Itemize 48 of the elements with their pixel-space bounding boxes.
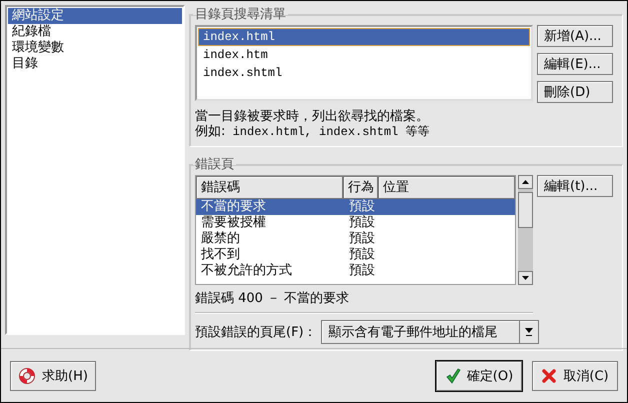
list-item[interactable]: index.html xyxy=(198,28,530,46)
cancel-button[interactable]: 取消(C) xyxy=(532,360,618,390)
column-header[interactable]: 行為 xyxy=(343,176,378,199)
action-button[interactable]: 新增(A)... xyxy=(537,25,613,47)
table-cell-text: 嚴禁的 xyxy=(200,231,241,247)
life-ring-icon xyxy=(18,366,36,384)
footer-dropdown[interactable]: 顯示含有電子郵件地址的檔尾 xyxy=(320,320,539,344)
sidebar-item[interactable]: 目錄 xyxy=(8,56,182,72)
table-cell-text: 預設 xyxy=(348,247,376,263)
example-text: index.html, index.shtml 等等 xyxy=(232,124,430,140)
table-cell-text: 預設 xyxy=(348,231,376,247)
edit-button[interactable]: 編輯(t)... xyxy=(537,175,613,197)
column-header[interactable]: 位置 xyxy=(378,176,515,199)
table-row[interactable]: 不被允許的方式 預設 xyxy=(196,263,515,279)
close-icon xyxy=(541,368,558,384)
help-button[interactable]: 求助(H) xyxy=(10,360,96,390)
group-title: 錯誤頁 xyxy=(194,156,235,173)
description-text: 當一目錄被要求時，列出欲尋找的檔案。 xyxy=(195,109,430,124)
scroll-down-icon[interactable] xyxy=(518,271,533,285)
table-cell-text: 不當的要求 xyxy=(200,199,267,215)
column-header[interactable]: 錯誤碼 xyxy=(196,176,344,199)
table-cell-text: 不被允許的方式 xyxy=(200,263,293,279)
table-row[interactable]: 找不到 預設 xyxy=(196,247,515,263)
sidebar-item[interactable]: 網站設定 xyxy=(8,8,182,24)
dropdown-arrow-icon xyxy=(524,328,533,336)
scroll-thumb[interactable] xyxy=(518,192,533,228)
table-row[interactable]: 嚴禁的 預設 xyxy=(196,231,515,247)
table-cell-text: 預設 xyxy=(348,199,376,215)
table-cell-text: 預設 xyxy=(348,263,376,279)
table-cell-text: 找不到 xyxy=(200,247,241,263)
list-item[interactable]: index.shtml xyxy=(198,64,530,82)
scroll-up-icon[interactable] xyxy=(518,175,533,189)
footer-label: 預設錯誤的頁尾(F)： xyxy=(195,324,317,340)
checkmark-icon xyxy=(444,368,461,384)
example-label: 例如: xyxy=(195,124,226,140)
sidebar-item[interactable]: 環境變數 xyxy=(8,40,182,56)
table-row[interactable]: 不當的要求 預設 xyxy=(196,199,515,215)
scrollbar[interactable] xyxy=(518,175,533,285)
action-button[interactable]: 刪除(D) xyxy=(537,81,613,103)
group-title: 目錄頁搜尋清單 xyxy=(194,6,287,23)
action-button[interactable]: 編輯(E)... xyxy=(537,53,613,75)
sidebar-item[interactable]: 紀錄檔 xyxy=(8,24,182,40)
list-item[interactable]: index.htm xyxy=(198,46,530,64)
table-cell-text: 需要被授權 xyxy=(200,215,267,231)
status-text: 錯誤碼 400 － 不當的要求 xyxy=(195,291,350,306)
table-cell-text: 預設 xyxy=(348,215,376,231)
ok-button[interactable]: 確定(O) xyxy=(436,360,522,390)
table-row[interactable]: 需要被授權 預設 xyxy=(196,215,515,231)
